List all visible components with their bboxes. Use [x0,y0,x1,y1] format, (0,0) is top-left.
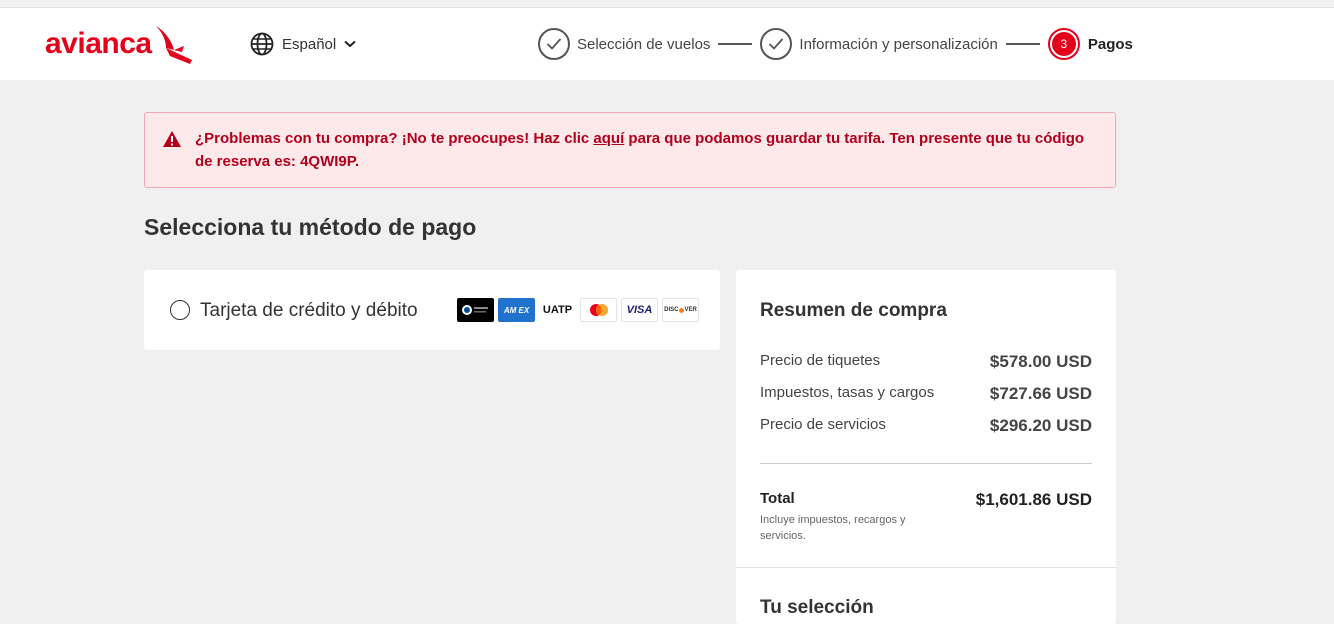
alert-text-before: ¿Problemas con tu compra? ¡No te preocup… [195,130,594,147]
summary-row-services: Precio de servicios $296.20 USD [760,416,1092,436]
language-label: Español [282,35,337,53]
step-3-label: Pagos [1087,35,1133,53]
summary-row-value: $578.00 USD [989,352,1092,371]
summary-divider [760,463,1092,464]
site-header: avianca Español Selección de vuelos Info… [0,8,1334,80]
step-1-check-icon [538,28,570,60]
payment-option-card[interactable]: Tarjeta de crédito y débito AM EX UATP V… [144,270,720,350]
top-bar [0,0,1334,8]
summary-row-tickets: Precio de tiquetes $578.00 USD [760,352,1092,372]
step-1-label: Selección de vuelos [577,35,711,53]
total-note: Incluye impuestos, recargos y servicios. [760,514,906,542]
summary-row-label: Precio de servicios [760,416,886,433]
save-fare-link[interactable]: aquí [593,130,624,147]
summary-row-label: Impuestos, tasas y cargos [760,384,935,401]
step-connector [718,43,753,45]
amex-icon: AM EX [498,298,535,322]
warning-icon [163,131,181,147]
purchase-help-alert: ¿Problemas con tu compra? ¡No te preocup… [144,112,1116,188]
card-payment-radio[interactable] [170,300,190,320]
summary-title: Resumen de compra [760,300,947,321]
avianca-logo[interactable]: avianca [45,24,194,66]
purchase-summary: Resumen de compra Precio de tiquetes $57… [736,270,1116,624]
uatp-icon: UATP [539,298,576,322]
language-selector[interactable]: Español [250,32,356,56]
summary-separator [736,567,1116,568]
card-payment-label: Tarjeta de crédito y débito [200,300,418,321]
step-2-label: Información y personalización [799,35,998,53]
step-3-number: 3 [1051,32,1076,56]
logo-text: avianca [45,27,152,60]
mastercard-icon [580,298,617,322]
summary-total-row: Total $1,601.86 USD [760,490,1092,510]
total-label: Total [760,490,795,507]
card-brands: AM EX UATP VISA DISC VER [457,298,699,322]
summary-row-taxes: Impuestos, tasas y cargos $727.66 USD [760,384,1092,404]
summary-row-value: $296.20 USD [989,416,1092,435]
summary-row-value: $727.66 USD [989,384,1092,403]
payment-method-title: Selecciona tu método de pago [144,214,477,240]
summary-row-label: Precio de tiquetes [760,352,881,369]
step-3-indicator: 3 [1047,28,1080,60]
discover-icon: DISC VER [662,298,699,322]
step-connector [1005,43,1040,45]
total-value: $1,601.86 USD [975,490,1092,509]
your-selection-title: Tu selección [760,597,874,618]
progress-steps: Selección de vuelos Información y person… [538,28,1133,60]
chevron-down-icon [344,40,356,48]
alert-message: ¿Problemas con tu compra? ¡No te preocup… [195,127,1095,173]
visa-icon: VISA [621,298,658,322]
diners-club-icon [457,298,494,322]
step-2-check-icon [760,28,793,60]
globe-icon [250,32,274,56]
bird-logo-icon [155,26,192,64]
